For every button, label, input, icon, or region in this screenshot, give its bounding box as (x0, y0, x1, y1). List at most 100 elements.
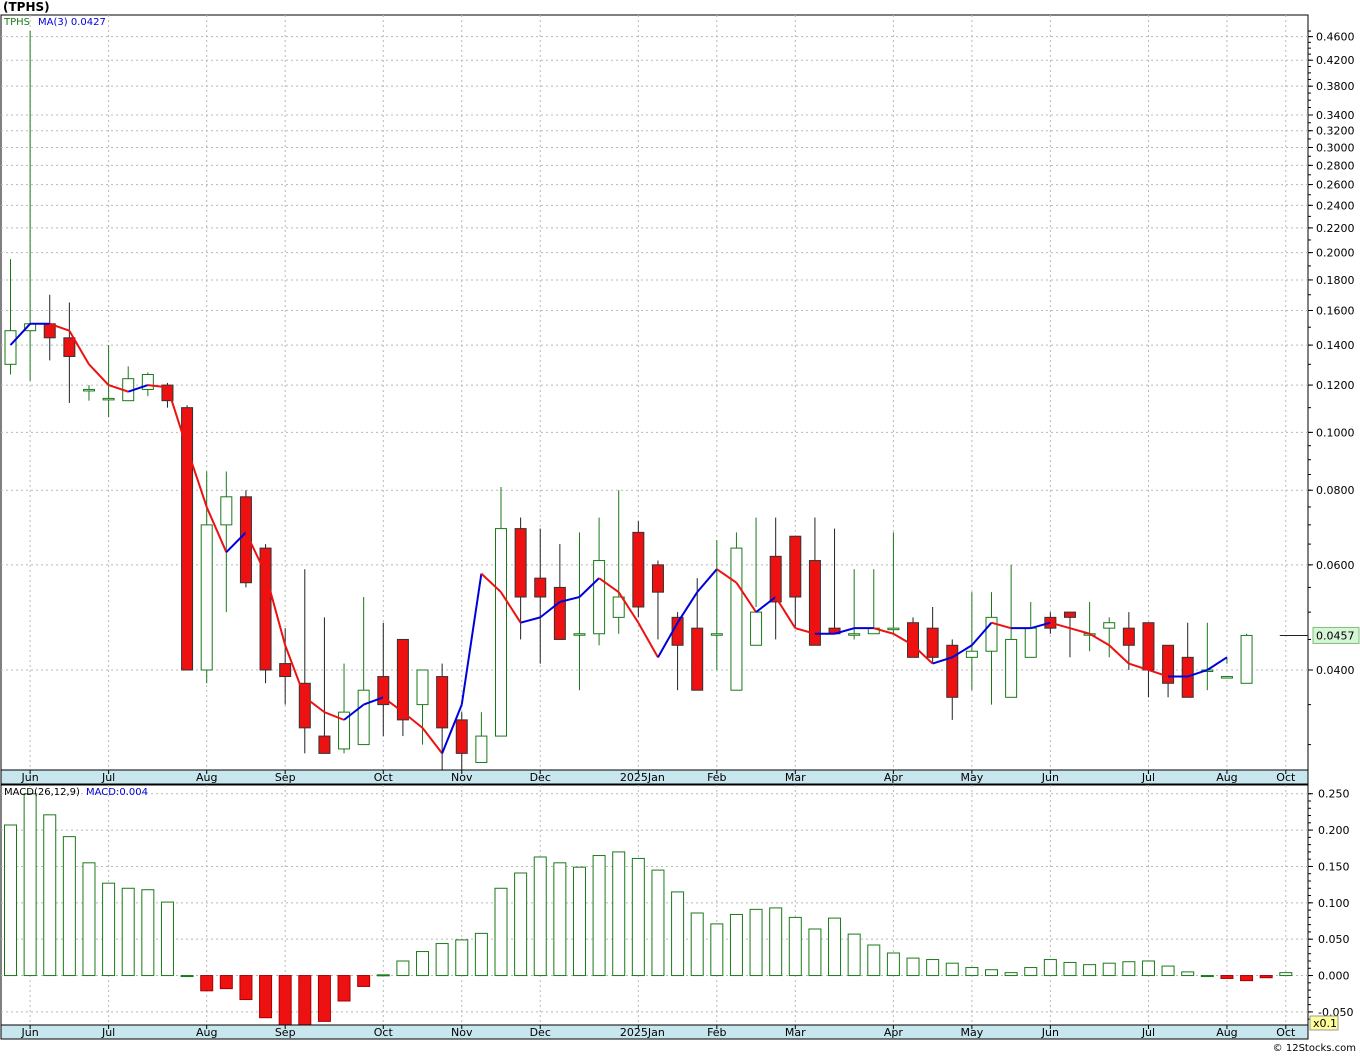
macd-bar-negative (239, 975, 253, 1001)
legend-ma: MA(3) 0.0427 (38, 17, 106, 28)
macd-bar-positive (1279, 972, 1293, 977)
macd-bar-positive (690, 912, 704, 977)
footer-credit: © 12Stocks.com (1273, 1043, 1356, 1054)
macd-bar-positive (769, 907, 783, 977)
candle-up (1220, 676, 1233, 679)
candle-up (887, 627, 900, 631)
macd-bar-negative (259, 975, 273, 1019)
candle-down (907, 622, 920, 658)
last-price-label: 0.0457 (1316, 629, 1355, 642)
candle-down (1122, 627, 1135, 646)
price-y-tick-label: 0.2400 (1316, 199, 1355, 212)
macd-bar-positive (572, 866, 586, 977)
macd-bar-positive (533, 856, 547, 977)
macd-bar-positive (729, 913, 743, 977)
price-y-tick-label: 0.1000 (1316, 426, 1355, 439)
price-y-tick-label: 0.4600 (1316, 31, 1355, 44)
candle-up (730, 547, 743, 691)
macd-y-tick-label: 0.050 (1318, 933, 1350, 946)
macd-bar-negative (1259, 975, 1273, 979)
macd-bar-positive (514, 872, 528, 977)
macd-bar-negative (200, 975, 214, 992)
macd-bar-positive (4, 824, 17, 977)
macd-bar-positive (612, 851, 626, 977)
price-y-tick-label: 0.1400 (1316, 339, 1355, 352)
price-y-tick-label: 0.2000 (1316, 247, 1355, 260)
price-y-tick-label: 0.4200 (1316, 54, 1355, 67)
macd-scale-label: x0.1 (1313, 1017, 1337, 1030)
macd-bar-positive (985, 969, 998, 977)
price-y-tick-label: 0.2800 (1316, 159, 1355, 172)
x-axis-month-label: Dec (530, 1026, 551, 1039)
x-axis-month-label: Jun (1041, 1026, 1059, 1039)
macd-bar-positive (43, 814, 57, 977)
candle-down (789, 535, 802, 598)
macd-bar-positive (710, 923, 724, 977)
macd-bar-positive (553, 862, 567, 977)
stock-chart: (TPHS) 0.4600 0.4200 0.3800 0.3400 0.3200 0.3… (0, 0, 1360, 1056)
candle-down (1162, 644, 1175, 684)
macd-bar-positive (788, 916, 802, 977)
candle-down (298, 682, 311, 729)
x-axis-month-label: Jun (21, 1026, 39, 1039)
macd-bar-negative (317, 975, 331, 1022)
x-axis-month-label: Jun (1041, 771, 1059, 784)
x-axis-month-label: Jul (1141, 771, 1155, 784)
candle-down (926, 627, 939, 658)
x-axis-month-label: Feb (707, 771, 726, 784)
macd-x-axis-band: Jun Jul Aug Sep Oct Nov Dec 2025Jan Feb Mar Apr May… (0, 1024, 1309, 1040)
macd-bar-positive (945, 962, 959, 977)
x-axis-month-label: Aug (196, 771, 217, 784)
price-y-tick-label: 0.0600 (1316, 559, 1355, 572)
price-y-tick-label: 0.1200 (1316, 379, 1355, 392)
macd-bar-negative (357, 975, 371, 987)
price-y-tick-label: 0.1800 (1316, 274, 1355, 287)
price-y-tick-label: 0.2600 (1316, 179, 1355, 192)
candle-up (200, 524, 213, 671)
candle-up (1005, 638, 1018, 698)
macd-y-tick-label: 0.100 (1318, 897, 1350, 910)
macd-bar-positive (1102, 962, 1116, 977)
macd-bar-positive (1141, 960, 1155, 977)
x-axis-month-label: Nov (451, 1026, 473, 1039)
candle-down (691, 627, 704, 691)
x-axis-month-label: Oct (374, 1026, 394, 1039)
candle-up (4, 330, 17, 365)
macd-y-tick-label: 0.150 (1318, 860, 1350, 873)
macd-bar-negative (298, 975, 312, 1026)
macd-bar-positive (435, 943, 449, 977)
x-axis-month-label: Jun (21, 771, 39, 784)
macd-bar-positive (867, 944, 881, 977)
candle-up (593, 560, 606, 635)
price-y-tick-label: 0.0800 (1316, 484, 1355, 497)
price-plot-frame (0, 14, 1309, 771)
macd-bar-positive (474, 932, 488, 977)
macd-bar-positive (1161, 965, 1175, 977)
macd-bar-positive (847, 933, 861, 977)
candle-down (514, 528, 527, 598)
candle-down (1142, 622, 1155, 671)
candle-up (220, 496, 233, 526)
x-axis-month-label: Sep (275, 1026, 296, 1039)
x-axis-month-label: Mar (785, 1026, 806, 1039)
macd-bar-positive (828, 917, 842, 977)
candle-down (279, 663, 292, 678)
x-axis-month-label: Aug (1216, 1026, 1237, 1039)
macd-bar-positive (1122, 961, 1136, 977)
macd-bar-positive (906, 957, 920, 977)
macd-bar-negative (219, 975, 233, 990)
x-axis-month-label: Mar (785, 771, 806, 784)
candle-down (651, 564, 664, 593)
macd-bar-negative (337, 975, 351, 1002)
candle-down (946, 644, 959, 698)
candle-up (710, 633, 723, 636)
candle-up (612, 596, 625, 618)
macd-y-tick-label: 0.250 (1318, 788, 1350, 801)
price-y-tick-label: 0.1600 (1316, 304, 1355, 317)
macd-bar-positive (749, 908, 763, 977)
x-axis-month-label: May (961, 1026, 984, 1039)
macd-bar-negative (278, 975, 292, 1027)
candle-up (750, 611, 763, 646)
candle-down (436, 676, 449, 729)
macd-bar-negative (1240, 975, 1254, 982)
